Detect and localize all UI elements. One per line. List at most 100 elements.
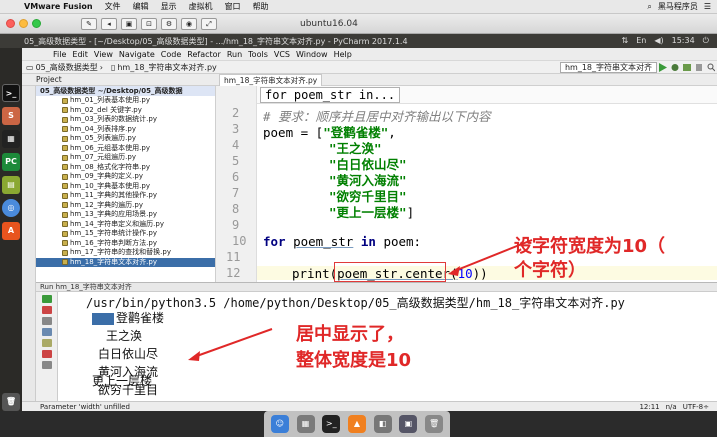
code-icon[interactable]: ▦ bbox=[2, 130, 20, 148]
close-run-icon[interactable] bbox=[41, 350, 52, 358]
python-file-icon bbox=[62, 202, 68, 209]
annotation-width-line1: 设字符宽度为10（ bbox=[514, 236, 666, 257]
scroll-icon[interactable] bbox=[41, 328, 52, 336]
stop-run-icon[interactable] bbox=[41, 306, 52, 314]
python-file-icon bbox=[62, 126, 68, 133]
file-item[interactable]: hm_01_列表基本使用.py bbox=[36, 96, 215, 106]
encoding[interactable]: UTF-8÷ bbox=[683, 402, 709, 412]
keyboard-icon[interactable]: En bbox=[636, 36, 646, 46]
settings-icon[interactable]: ⚙ bbox=[161, 17, 177, 30]
pycharm-icon[interactable]: PC bbox=[2, 153, 20, 171]
file-item[interactable]: hm_12_字典的遍历.py bbox=[36, 201, 215, 211]
power-icon[interactable]: ⏻ bbox=[703, 36, 709, 46]
file-item[interactable]: hm_14_字符串定义和遍历.py bbox=[36, 220, 215, 230]
nav-crumb-file[interactable]: ▯ hm_18_字符串文本对齐.py bbox=[107, 62, 221, 73]
menu-navigate[interactable]: Navigate bbox=[116, 50, 158, 59]
coverage-icon[interactable] bbox=[683, 63, 691, 72]
line-separator[interactable]: n/a bbox=[666, 402, 677, 412]
file-item[interactable]: hm_15_字符串统计操作.py bbox=[36, 229, 215, 239]
file-item[interactable]: hm_07_元组遍历.py bbox=[36, 153, 215, 163]
ubuntu-topbar: 05_高级数据类型 - [~/Desktop/05_高级数据类型] - .../… bbox=[0, 34, 717, 48]
preview-icon[interactable]: ◧ bbox=[373, 415, 392, 433]
pycharm-window: File Edit View Navigate Code Refactor Ru… bbox=[22, 48, 717, 411]
file-item[interactable]: hm_10_字典基本使用.py bbox=[36, 182, 215, 192]
file-item[interactable]: hm_03_列表的数据统计.py bbox=[36, 115, 215, 125]
file-item[interactable]: hm_02_del 关键字.py bbox=[36, 106, 215, 116]
menu-vcs[interactable]: VCS bbox=[271, 50, 293, 59]
line-number: 11 bbox=[226, 250, 241, 264]
menu-vm[interactable]: 虚拟机 bbox=[183, 1, 219, 12]
close-window-button[interactable] bbox=[6, 19, 15, 28]
lock-icon[interactable]: ⊡ bbox=[141, 17, 157, 30]
file-item[interactable]: hm_06_元组基本使用.py bbox=[36, 144, 215, 154]
disk-icon[interactable]: ◉ bbox=[181, 17, 197, 30]
search-icon[interactable]: ⌕ bbox=[647, 2, 651, 12]
settings-run-icon[interactable] bbox=[41, 361, 52, 369]
snapshot-icon[interactable]: ▣ bbox=[121, 17, 137, 30]
line-number: 4 bbox=[232, 138, 240, 152]
file-item-selected[interactable]: hm_18_字符串文本对齐.py bbox=[36, 257, 215, 267]
menu-edit[interactable]: Edit bbox=[69, 50, 91, 59]
menu-view[interactable]: View bbox=[91, 50, 116, 59]
editor-tab[interactable]: hm_18_字符串文本对齐.py bbox=[219, 74, 323, 86]
arrow-icon[interactable]: ◂ bbox=[101, 17, 117, 30]
terminal-dock-icon[interactable]: >_ bbox=[322, 415, 341, 433]
menu-view[interactable]: 显示 bbox=[155, 1, 183, 12]
menu-list-icon[interactable]: ☰ bbox=[704, 2, 711, 11]
menu-run[interactable]: Run bbox=[224, 50, 245, 59]
dock-app-icon[interactable]: ▣ bbox=[399, 415, 418, 433]
stop-icon[interactable] bbox=[695, 63, 703, 72]
file-item[interactable]: hm_16_字符串判断方法.py bbox=[36, 239, 215, 249]
print-icon[interactable] bbox=[41, 339, 52, 347]
launchpad-icon[interactable]: ▦ bbox=[296, 415, 315, 433]
network-icon[interactable]: ⇅ bbox=[622, 36, 629, 46]
rerun-icon[interactable] bbox=[41, 295, 52, 303]
volume-icon[interactable]: ◀) bbox=[654, 36, 663, 46]
line-number: 2 bbox=[232, 106, 240, 120]
file-item[interactable]: hm_17_字符串的查找和替换.py bbox=[36, 248, 215, 258]
chrome-icon[interactable]: ◎ bbox=[2, 199, 20, 217]
file-item[interactable]: hm_05_列表遍历.py bbox=[36, 134, 215, 144]
code-breadcrumb[interactable]: for poem_str in... bbox=[260, 87, 401, 103]
menu-tools[interactable]: Tools bbox=[245, 50, 271, 59]
vlc-icon[interactable]: ▲ bbox=[347, 415, 366, 433]
cursor-position[interactable]: 12:11 bbox=[639, 402, 659, 412]
file-item[interactable]: hm_09_字典的定义.py bbox=[36, 172, 215, 182]
menu-window[interactable]: 窗口 bbox=[219, 1, 247, 12]
file-item[interactable]: hm_11_字典的其他操作.py bbox=[36, 191, 215, 201]
pause-icon[interactable] bbox=[41, 317, 52, 325]
project-root[interactable]: 05_高级数据类型 ~/Desktop/05_高级数据 bbox=[36, 86, 215, 96]
clock[interactable]: 15:34 bbox=[672, 36, 695, 46]
trash-icon[interactable]: 🗑 bbox=[2, 393, 20, 411]
run-config-select[interactable]: hm_18_字符串文本对齐 bbox=[559, 61, 657, 73]
terminal-icon[interactable]: >_ bbox=[2, 84, 20, 102]
maximize-window-button[interactable] bbox=[32, 19, 41, 28]
menu-help[interactable]: Help bbox=[331, 50, 355, 59]
book-icon[interactable]: ▤ bbox=[2, 176, 20, 194]
fullscreen-icon[interactable]: ⤢ bbox=[201, 17, 217, 30]
nav-crumb-project[interactable]: ▭ 05_高级数据类型 › bbox=[22, 62, 107, 73]
file-item[interactable]: hm_04_列表排序.py bbox=[36, 125, 215, 135]
minimize-window-button[interactable] bbox=[19, 19, 28, 28]
python-file-icon bbox=[62, 97, 68, 104]
run-icon[interactable] bbox=[659, 62, 667, 72]
sublime-icon[interactable]: S bbox=[2, 107, 20, 125]
search-everywhere-icon[interactable] bbox=[707, 63, 715, 72]
file-item[interactable]: hm_08_格式化字符串.py bbox=[36, 163, 215, 173]
menu-file[interactable]: 文件 bbox=[99, 1, 127, 12]
menu-refactor[interactable]: Refactor bbox=[184, 50, 224, 59]
file-item[interactable]: hm_13_字典的应用场景.py bbox=[36, 210, 215, 220]
menu-edit[interactable]: 编辑 bbox=[127, 1, 155, 12]
python-file-icon bbox=[62, 145, 68, 152]
debug-icon[interactable] bbox=[671, 63, 679, 72]
finder-icon[interactable]: ☺ bbox=[270, 415, 289, 433]
menu-app[interactable]: VMware Fusion bbox=[18, 2, 99, 11]
menu-code[interactable]: Code bbox=[158, 50, 184, 59]
wrench-icon[interactable]: ✎ bbox=[81, 17, 97, 30]
menu-window[interactable]: Window bbox=[293, 50, 331, 59]
menu-help[interactable]: 帮助 bbox=[247, 1, 275, 12]
project-tab[interactable]: Project bbox=[36, 75, 62, 84]
software-center-icon[interactable]: A bbox=[2, 222, 20, 240]
menu-file[interactable]: File bbox=[50, 50, 69, 59]
dock-trash-icon[interactable]: 🗑 bbox=[425, 415, 444, 433]
